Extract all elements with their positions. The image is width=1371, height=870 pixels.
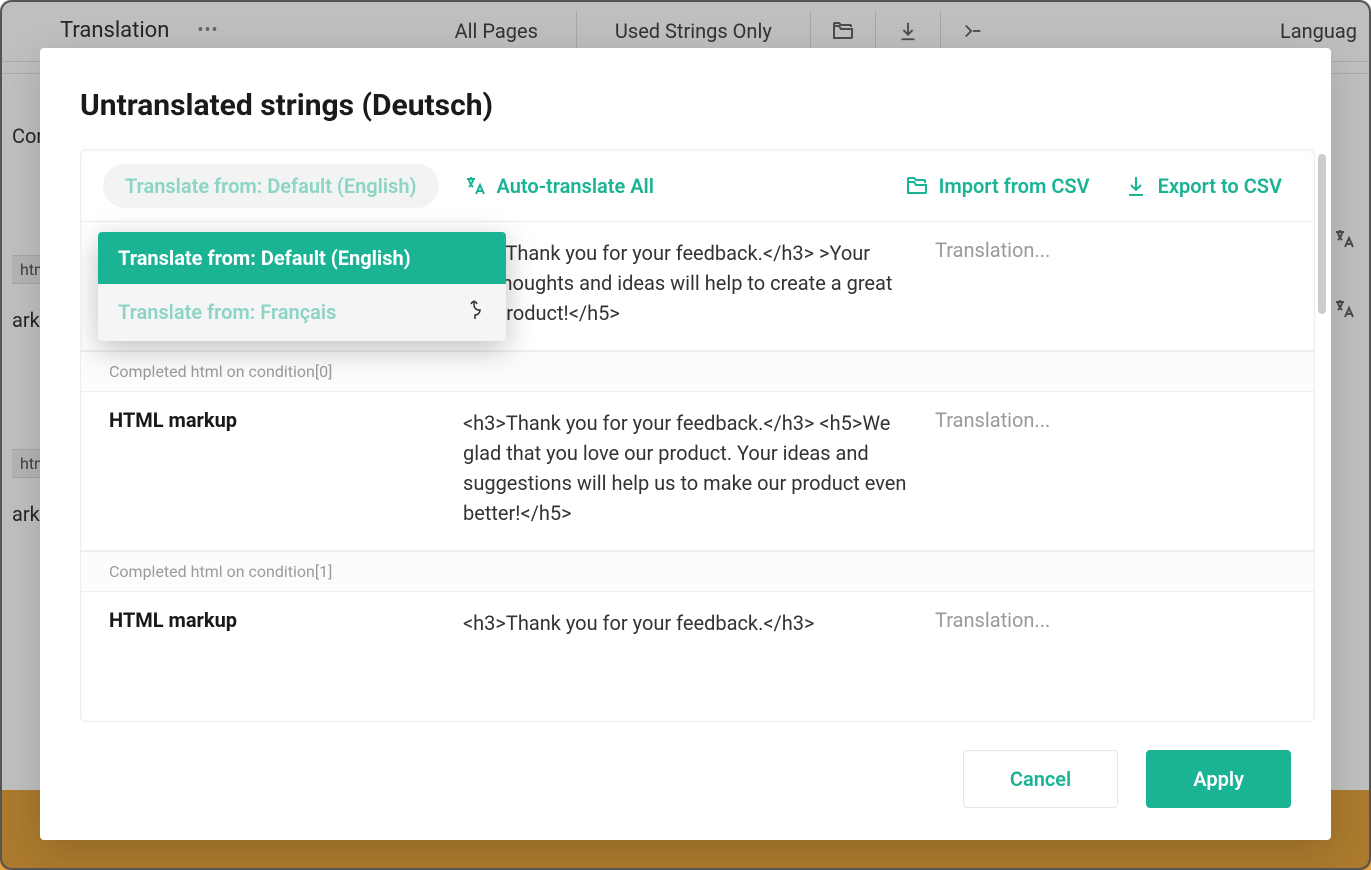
translate-from-menu: Translate from: Default (English) Transl… — [98, 232, 506, 341]
menu-option-francais[interactable]: Translate from: Français — [98, 284, 506, 341]
import-from-csv-button[interactable]: Import from CSV — [895, 168, 1100, 204]
export-csv-label: Export to CSV — [1158, 174, 1282, 198]
string-row[interactable]: HTML markup <h3>Thank you for your feedb… — [81, 392, 1314, 551]
auto-translate-label: Auto-translate All — [497, 174, 654, 198]
auto-translate-all-button[interactable]: Auto-translate All — [453, 168, 664, 204]
translate-from-label: Translate from: Default (English) — [125, 174, 417, 198]
scrollbar[interactable] — [1318, 154, 1326, 314]
export-to-csv-button[interactable]: Export to CSV — [1114, 168, 1292, 204]
import-csv-label: Import from CSV — [939, 174, 1090, 198]
section-header: Completed html on condition[1] — [81, 551, 1314, 592]
modal-footer: Cancel Apply — [40, 722, 1331, 840]
menu-option-label: Translate from: Français — [118, 300, 336, 324]
string-row[interactable]: HTML markup <h3>Thank you for your feedb… — [81, 592, 1314, 660]
string-source: >Thank you for your feedback.</h3> >Your… — [463, 238, 921, 328]
string-source: <h3>Thank you for your feedback.</h3> <h… — [463, 408, 921, 528]
modal-title: Untranslated strings (Deutsch) — [40, 48, 1331, 149]
translate-from-dropdown[interactable]: Translate from: Default (English) Transl… — [103, 164, 439, 208]
string-translation-placeholder[interactable]: Translation... — [935, 608, 1290, 638]
cursor-icon — [466, 298, 486, 327]
string-label: HTML markup — [109, 608, 449, 638]
string-translation-placeholder[interactable]: Translation... — [935, 408, 1290, 528]
cancel-button[interactable]: Cancel — [963, 750, 1118, 808]
apply-button[interactable]: Apply — [1146, 750, 1291, 808]
string-source: <h3>Thank you for your feedback.</h3> — [463, 608, 921, 638]
string-translation-placeholder[interactable]: Translation... — [935, 238, 1290, 328]
strings-panel: Translate from: Default (English) Transl… — [80, 149, 1315, 722]
string-label: HTML markup — [109, 408, 449, 528]
panel-toolbar: Translate from: Default (English) Transl… — [81, 150, 1314, 222]
untranslated-strings-modal: Untranslated strings (Deutsch) Translate… — [40, 48, 1331, 840]
section-header: Completed html on condition[0] — [81, 351, 1314, 392]
menu-option-default-english[interactable]: Translate from: Default (English) — [98, 232, 506, 284]
menu-option-label: Translate from: Default (English) — [118, 246, 411, 270]
